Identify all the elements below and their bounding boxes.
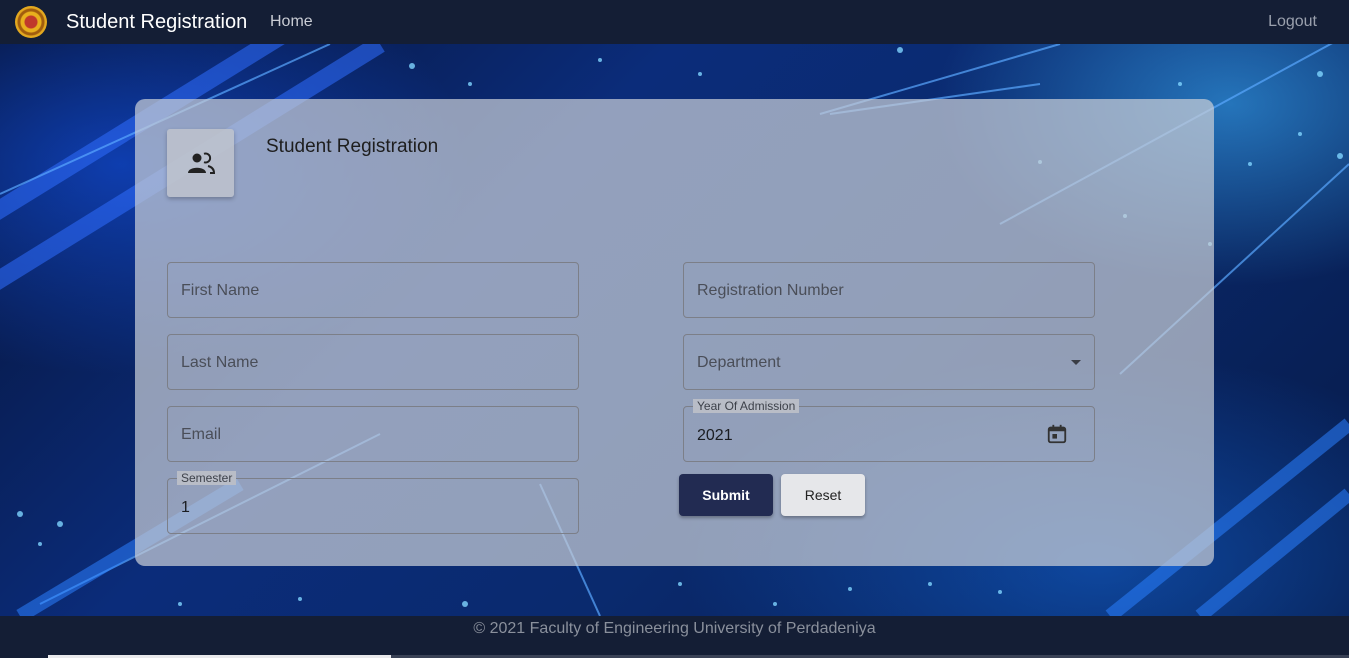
registration-number-field[interactable]: Registration Number [683,262,1095,318]
semester-value: 1 [181,499,190,516]
department-select[interactable]: Department [683,334,1095,390]
top-navbar: Student Registration Home Logout [0,0,1349,44]
logout-link[interactable]: Logout [1268,12,1317,32]
first-name-placeholder: First Name [181,282,260,299]
footer-copyright: © 2021 Faculty of Engineering University… [473,620,876,637]
first-name-field[interactable]: First Name [167,262,579,318]
submit-button[interactable]: Submit [679,474,773,516]
year-of-admission-label: Year Of Admission [693,399,800,413]
last-name-placeholder: Last Name [181,354,259,371]
nav-link-home[interactable]: Home [270,12,313,32]
card-icon-box [167,129,234,197]
email-placeholder: Email [181,426,222,443]
university-crest-icon[interactable] [15,6,47,38]
semester-field[interactable]: Semester 1 [167,471,579,534]
brand-title[interactable]: Student Registration [66,11,247,33]
footer: © 2021 Faculty of Engineering University… [0,616,1349,658]
department-placeholder: Department [697,354,781,371]
last-name-field[interactable]: Last Name [167,334,579,390]
year-of-admission-field[interactable]: Year Of Admission 2021 [683,399,1095,462]
reset-button[interactable]: Reset [781,474,865,516]
card-title: Student Registration [266,136,439,157]
registration-card: Student Registration First Name Last Nam… [135,99,1214,566]
registration-number-placeholder: Registration Number [697,282,844,299]
email-field[interactable]: Email [167,406,579,462]
semester-label: Semester [177,471,237,485]
people-icon [187,152,215,174]
year-of-admission-value: 2021 [697,427,733,444]
chevron-down-icon[interactable] [1071,360,1081,365]
calendar-icon[interactable] [1046,423,1068,445]
